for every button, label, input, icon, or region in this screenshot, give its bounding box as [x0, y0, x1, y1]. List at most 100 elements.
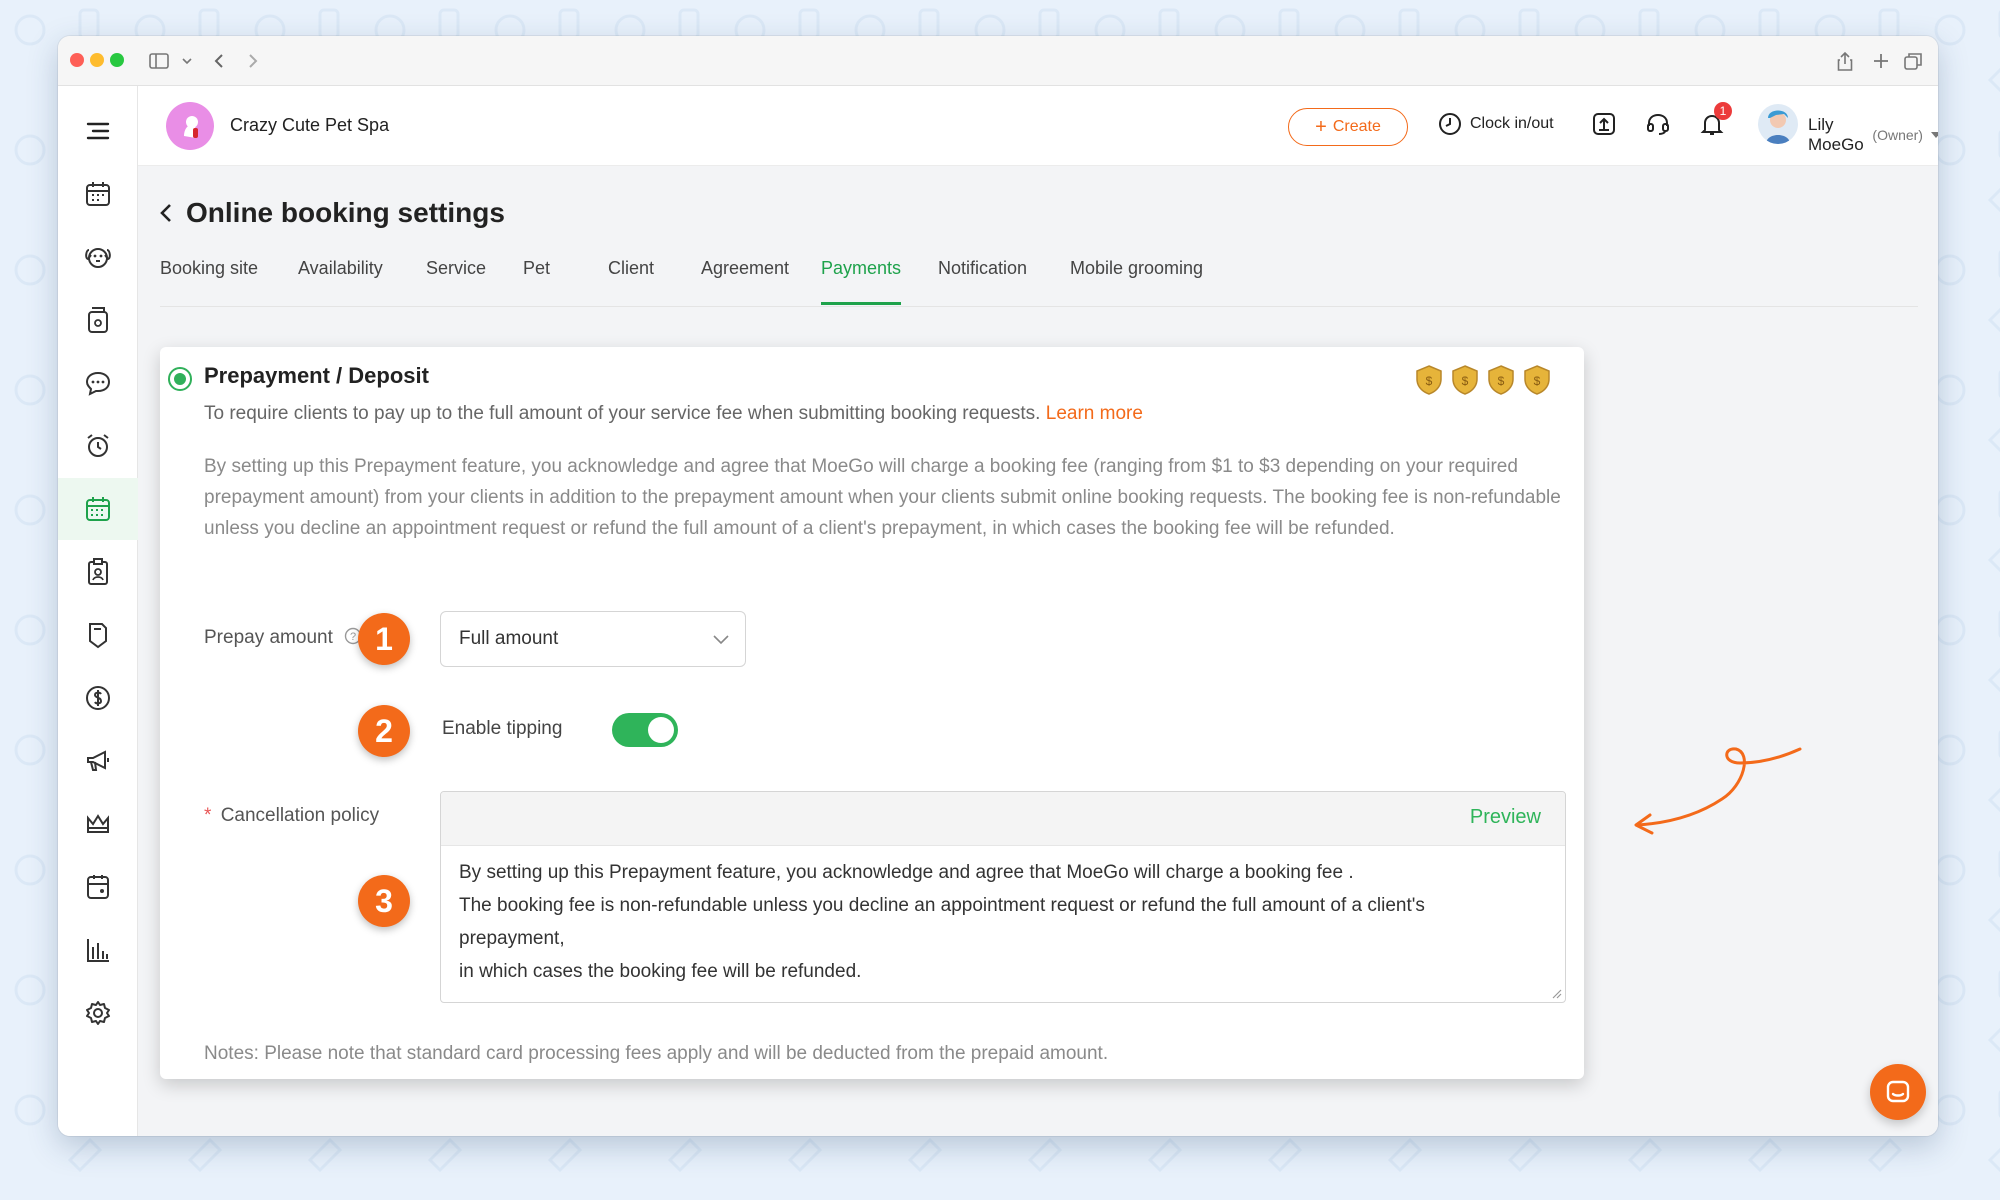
- required-asterisk: *: [204, 805, 212, 826]
- clipboard-icon: [88, 558, 108, 585]
- forward-arrow-icon[interactable]: [240, 48, 266, 74]
- step-badge-1: 1: [358, 613, 410, 665]
- svg-text:$: $: [1426, 374, 1433, 388]
- back-arrow-icon[interactable]: [206, 48, 232, 74]
- create-button[interactable]: + Create: [1288, 108, 1408, 146]
- tab-availability[interactable]: Availability: [298, 257, 383, 305]
- sidebar-item-membership[interactable]: [58, 793, 138, 855]
- support-button[interactable]: [1646, 112, 1670, 136]
- sidebar-item-pets[interactable]: [58, 226, 138, 288]
- online-booking-icon: [86, 497, 110, 521]
- preview-button[interactable]: Preview: [1470, 806, 1541, 829]
- svg-text:$: $: [1498, 374, 1505, 388]
- caret-down-icon: [1930, 132, 1938, 138]
- headset-icon: [1647, 113, 1669, 135]
- prepayment-description-text: To require clients to pay up to the full…: [204, 403, 1041, 424]
- tab-booking-site[interactable]: Booking site: [160, 257, 258, 305]
- sidebar-toggle-icon[interactable]: [146, 48, 172, 74]
- tab-client[interactable]: Client: [608, 257, 654, 305]
- sidebar-item-online-booking[interactable]: [58, 478, 138, 540]
- cancellation-policy-textarea[interactable]: By setting up this Prepayment feature, y…: [459, 856, 1505, 988]
- sidebar-item-settings[interactable]: [58, 982, 138, 1044]
- new-tab-icon[interactable]: [1868, 48, 1894, 74]
- sidebar-item-retail[interactable]: [58, 289, 138, 351]
- sidebar-item-reports[interactable]: [58, 919, 138, 981]
- sidebar-menu-toggle[interactable]: [58, 100, 138, 162]
- upload-button[interactable]: [1592, 112, 1616, 136]
- share-icon[interactable]: [1832, 48, 1858, 74]
- prepayment-disclaimer: By setting up this Prepayment feature, y…: [204, 456, 1561, 539]
- resize-handle-icon[interactable]: [1550, 987, 1562, 999]
- chat-icon: [85, 371, 111, 396]
- annotation-arrow-icon: [1634, 747, 1802, 835]
- sidebar-item-agreements[interactable]: [58, 541, 138, 603]
- notification-count-badge: 1: [1714, 102, 1732, 120]
- clock-in-out-button[interactable]: Clock in/out: [1438, 112, 1554, 136]
- learn-more-link[interactable]: Learn more: [1046, 403, 1143, 424]
- close-window-button[interactable]: [70, 53, 84, 67]
- prepay-amount-label-text: Prepay amount: [204, 627, 333, 648]
- shield-coin-icon: $: [1416, 365, 1442, 395]
- prepayment-radio[interactable]: [168, 367, 192, 391]
- settings-tabs: Booking site Availability Service Pet Cl…: [160, 257, 1918, 307]
- toggle-knob: [648, 717, 674, 743]
- user-avatar[interactable]: [1758, 104, 1798, 144]
- prepayment-card: Prepayment / Deposit $ $ $ $ To require …: [160, 347, 1584, 1079]
- processing-fee-note: Notes: Please note that standard card pr…: [204, 1043, 1109, 1064]
- sidebar-item-reminders[interactable]: [58, 415, 138, 477]
- sidebar-item-calendar[interactable]: [58, 163, 138, 225]
- dollar-icon: [86, 686, 110, 710]
- chevron-down-icon: [713, 635, 729, 645]
- live-chat-button[interactable]: [1870, 1064, 1926, 1120]
- cancellation-policy-label: * Cancellation policy: [204, 805, 379, 827]
- prepayment-description: To require clients to pay up to the full…: [204, 403, 1143, 425]
- notifications-button[interactable]: 1: [1700, 102, 1732, 138]
- settings-icon: [86, 1001, 110, 1025]
- shield-coin-icon: $: [1524, 365, 1550, 395]
- user-avatar-icon: [1766, 110, 1790, 144]
- cancellation-policy-editor[interactable]: Preview By setting up this Prepayment fe…: [440, 791, 1566, 1003]
- clock-icon: [1439, 113, 1461, 135]
- maximize-window-button[interactable]: [110, 53, 124, 67]
- svg-text:$: $: [1534, 374, 1541, 388]
- chevron-down-icon[interactable]: [174, 48, 200, 74]
- svg-text:?: ?: [350, 631, 356, 643]
- sidebar-item-payments[interactable]: [58, 667, 138, 729]
- prepay-amount-select[interactable]: Full amount: [440, 611, 746, 667]
- minimize-window-button[interactable]: [90, 53, 104, 67]
- back-chevron-icon[interactable]: [160, 203, 172, 223]
- tab-agreement[interactable]: Agreement: [701, 257, 789, 305]
- menu-icon: [86, 122, 110, 140]
- tab-service[interactable]: Service: [426, 257, 486, 305]
- page-header: Online booking settings: [160, 197, 505, 229]
- clock-in-out-label: Clock in/out: [1470, 115, 1554, 132]
- prepay-amount-value: Full amount: [459, 628, 559, 649]
- editor-toolbar: Preview: [441, 792, 1565, 846]
- upload-icon: [1593, 113, 1615, 135]
- prepay-amount-label: Prepay amount ?: [204, 627, 362, 649]
- tag-icon: [89, 623, 107, 649]
- policy-line: in which cases the booking fee will be r…: [459, 961, 862, 982]
- sidebar-item-tags[interactable]: [58, 604, 138, 666]
- user-role: (Owner): [1872, 127, 1923, 143]
- sidebar-item-marketing[interactable]: [58, 730, 138, 792]
- business-name[interactable]: Crazy Cute Pet Spa: [230, 115, 389, 136]
- tab-notification[interactable]: Notification: [938, 257, 1027, 305]
- business-avatar[interactable]: [166, 102, 214, 150]
- calendar-box-icon: [87, 875, 109, 899]
- shield-coin-icon: $: [1488, 365, 1514, 395]
- enable-tipping-toggle[interactable]: [612, 713, 678, 747]
- tabs-overview-icon[interactable]: [1900, 48, 1926, 74]
- page-title: Online booking settings: [186, 197, 505, 228]
- policy-line: By setting up this Prepayment feature, y…: [459, 862, 1354, 883]
- tab-mobile-grooming[interactable]: Mobile grooming: [1070, 257, 1203, 305]
- alarm-icon: [87, 434, 109, 457]
- shield-coin-icon: $: [1452, 365, 1478, 395]
- sidebar-item-schedule[interactable]: [58, 856, 138, 918]
- tab-pet[interactable]: Pet: [523, 257, 550, 305]
- browser-window: Crazy Cute Pet Spa + Create Clock in/out…: [58, 36, 1938, 1136]
- app-header: Crazy Cute Pet Spa + Create Clock in/out…: [138, 86, 1938, 166]
- user-menu[interactable]: Lily MoeGo (Owner): [1808, 115, 1938, 155]
- tab-payments[interactable]: Payments: [821, 257, 902, 305]
- sidebar-item-messages[interactable]: [58, 352, 138, 414]
